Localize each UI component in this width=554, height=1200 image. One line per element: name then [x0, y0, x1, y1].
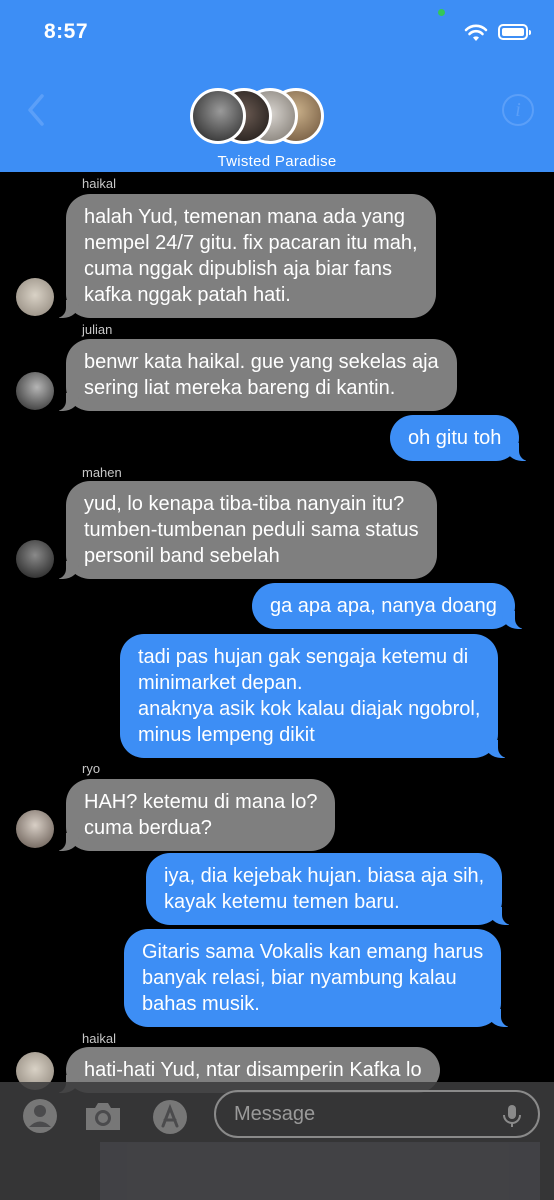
- group-avatar-1: [190, 88, 246, 144]
- message-text: HAH? ketemu di mana lo? cuma berdua?: [84, 791, 318, 839]
- camera-indicator: [438, 9, 445, 16]
- sender-name: julian: [82, 322, 113, 337]
- info-icon[interactable]: i: [502, 94, 534, 126]
- message-text: hati-hati Yud, ntar disamperin Kafka lo: [84, 1059, 422, 1081]
- incoming-message: halah Yud, temenan mana ada yang nempel …: [46, 194, 436, 318]
- sender-name: haikal: [82, 176, 116, 191]
- sender-name: ryo: [82, 761, 101, 776]
- microphone-icon[interactable]: [500, 1103, 524, 1129]
- message-text: halah Yud, temenan mana ada yang nempel …: [84, 206, 418, 306]
- message-text: ga apa apa, nanya doang: [270, 595, 497, 617]
- camera-icon[interactable]: [82, 1098, 124, 1134]
- sender-name: haikal: [82, 1031, 116, 1046]
- status-time: 8:57: [44, 20, 89, 43]
- outgoing-message: tadi pas hujan gak sengaja ketemu di min…: [120, 634, 519, 758]
- avatar[interactable]: [16, 278, 54, 316]
- outgoing-message: ga apa apa, nanya doang: [252, 583, 535, 629]
- chat-header: 8:57 Twisted Paradise i: [0, 0, 554, 172]
- sender-name: mahen: [82, 465, 122, 480]
- avatar[interactable]: [16, 372, 54, 410]
- incoming-message: HAH? ketemu di mana lo? cuma berdua?: [45, 779, 336, 851]
- message-input[interactable]: Message: [214, 1090, 540, 1138]
- wifi-icon: [464, 24, 488, 41]
- back-chevron-icon[interactable]: [22, 92, 52, 128]
- group-avatars[interactable]: [190, 88, 324, 144]
- group-name[interactable]: Twisted Paradise: [0, 153, 554, 170]
- battery-icon: [498, 24, 531, 40]
- message-text: Gitaris sama Vokalis kan emang harus ban…: [142, 941, 484, 1015]
- incoming-message: yud, lo kenapa tiba-tiba nanyain itu? tu…: [46, 481, 437, 579]
- app-store-icon[interactable]: [150, 1097, 190, 1137]
- message-text: iya, dia kejebak hujan. biasa aja sih, k…: [164, 865, 485, 913]
- message-text: benwr kata haikal. gue yang sekelas aja …: [84, 351, 439, 399]
- avatar[interactable]: [16, 540, 54, 578]
- incoming-message: benwr kata haikal. gue yang sekelas aja …: [46, 339, 457, 411]
- memoji-icon[interactable]: [20, 1096, 60, 1136]
- outgoing-message: Gitaris sama Vokalis kan emang harus ban…: [124, 929, 522, 1027]
- message-text: tadi pas hujan gak sengaja ketemu di min…: [138, 646, 481, 746]
- message-text: yud, lo kenapa tiba-tiba nanyain itu? tu…: [84, 493, 419, 567]
- outgoing-message: oh gitu toh: [390, 415, 540, 461]
- message-text: oh gitu toh: [408, 427, 502, 449]
- avatar[interactable]: [16, 810, 54, 848]
- outgoing-message: iya, dia kejebak hujan. biasa aja sih, k…: [146, 853, 523, 925]
